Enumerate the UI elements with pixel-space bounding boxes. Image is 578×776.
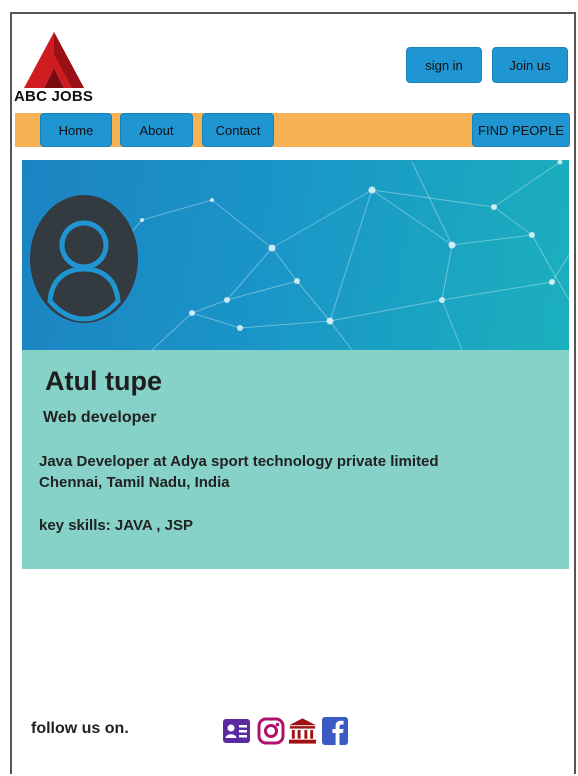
profile-avatar <box>30 195 138 323</box>
follow-us-label: follow us on. <box>31 720 129 737</box>
find-people-button[interactable]: FIND PEOPLE <box>472 113 570 147</box>
profile-location: Chennai, Tamil Nadu, India <box>39 474 230 491</box>
nav-about-button[interactable]: About <box>120 113 193 147</box>
profile-name: Atul tupe <box>45 366 162 396</box>
instagram-icon[interactable] <box>256 715 285 747</box>
nav-contact-button[interactable]: Contact <box>202 113 274 147</box>
contact-card-icon[interactable] <box>222 715 251 747</box>
bank-icon[interactable] <box>288 715 317 747</box>
user-avatar-icon <box>30 195 138 323</box>
sign-in-button[interactable]: sign in <box>406 47 482 83</box>
profile-position: Java Developer at Adya sport technology … <box>39 453 439 470</box>
profile-title: Web developer <box>43 409 157 426</box>
profile-skills: key skills: JAVA , JSP <box>39 517 193 534</box>
join-us-button[interactable]: Join us <box>492 47 568 83</box>
logo-a-icon <box>24 32 84 88</box>
nav-home-button[interactable]: Home <box>40 113 112 147</box>
logo-text: ABC JOBS <box>14 88 94 105</box>
facebook-icon[interactable] <box>320 715 349 747</box>
